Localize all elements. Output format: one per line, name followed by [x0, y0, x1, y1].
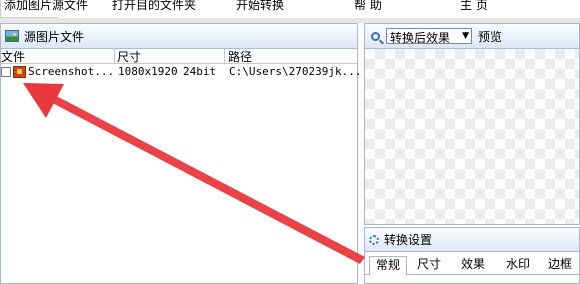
menu-add-source[interactable]: 添加图片源文件	[4, 0, 88, 13]
col-file[interactable]: 文件	[1, 48, 25, 65]
settings-tabs: 常规 尺寸 效果 水印 边框	[365, 256, 579, 275]
preview-mode-select[interactable]: 转换后效果 ▼	[386, 28, 472, 45]
preview-panel-header: 转换后效果 ▼ 预览	[365, 24, 579, 49]
col-size[interactable]: 尺寸	[117, 48, 141, 65]
row-checkbox[interactable]	[1, 67, 11, 77]
gear-icon	[369, 234, 379, 245]
tab-watermark[interactable]: 水印	[501, 256, 535, 274]
preview-panel: 转换后效果 ▼ 预览	[364, 23, 580, 225]
picture-icon	[5, 30, 19, 42]
column-header: 文件 尺寸 路径	[1, 49, 357, 64]
menu-home[interactable]: 主 页	[460, 0, 488, 13]
image-file-icon	[13, 66, 26, 78]
magnifier-icon	[371, 31, 380, 41]
tab-general[interactable]: 常规	[369, 256, 407, 275]
settings-panel-title: 转换设置	[384, 233, 433, 247]
col-path[interactable]: 路径	[228, 48, 252, 65]
source-panel-header: 源图片文件	[1, 24, 357, 49]
settings-panel: 转换设置 常规 尺寸 效果 水印 边框	[364, 227, 580, 284]
menu-start-convert[interactable]: 开始转换	[236, 0, 284, 13]
tab-size[interactable]: 尺寸	[411, 256, 447, 274]
tab-border[interactable]: 边框	[541, 256, 579, 274]
preview-mode-value: 转换后效果	[390, 31, 451, 45]
row-path: C:\Users\270239jk...	[229, 65, 362, 78]
preview-canvas	[365, 49, 579, 224]
table-row[interactable]: Screenshot... 1080x1920 24bit C:\Users\2…	[1, 64, 361, 80]
menu-open-target-folder[interactable]: 打开目的文件夹	[112, 0, 196, 13]
source-panel: 源图片文件 文件 尺寸 路径 Screenshot... 1080x1920 2…	[0, 23, 361, 284]
source-panel-title: 源图片文件	[24, 29, 85, 44]
row-filename: Screenshot...	[28, 65, 115, 78]
row-size: 1080x1920	[118, 65, 178, 78]
chevron-down-icon: ▼	[462, 31, 469, 41]
preview-label: 预览	[478, 29, 503, 44]
menu-bar: 添加图片源文件 打开目的文件夹 开始转换 帮 助 主 页	[0, 0, 580, 18]
row-depth: 24bit	[183, 65, 217, 78]
settings-panel-header: 转换设置	[365, 228, 579, 252]
menu-help[interactable]: 帮 助	[354, 0, 382, 13]
tab-effect[interactable]: 效果	[451, 256, 495, 274]
